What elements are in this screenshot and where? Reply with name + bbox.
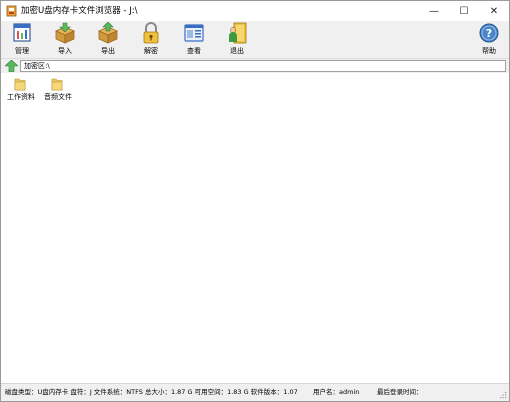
- close-button[interactable]: ✕: [479, 1, 509, 21]
- maximize-button[interactable]: ☐: [449, 1, 479, 21]
- view-label: 查看: [187, 47, 201, 55]
- exit-label: 退出: [230, 47, 244, 55]
- svg-text:?: ?: [486, 27, 492, 40]
- view-card-icon: [184, 24, 204, 42]
- lock-icon: [143, 22, 159, 44]
- last-login-text: 最后登录时间：: [377, 388, 423, 396]
- minimize-button[interactable]: —: [419, 1, 449, 21]
- help-icon: ?: [479, 23, 499, 43]
- folder-item[interactable]: 音频文件: [38, 75, 78, 105]
- disk-info-text: 磁盘类型：U盘内存卡 盘符：J 文件系统：NTFS 总大小：1.87 G 可用空…: [5, 388, 298, 396]
- title-bar: 加密U盘内存卡文件浏览器 - J:\ — ☐ ✕: [1, 1, 509, 21]
- import-label: 导入: [58, 47, 72, 55]
- folder-icon: [51, 78, 63, 91]
- help-button[interactable]: ? 帮助: [471, 21, 507, 59]
- toolbar: 管理 导入 导出 解密 查看 退出 ? 帮助: [1, 21, 509, 59]
- window-title: 加密U盘内存卡文件浏览器 - J:\: [21, 6, 138, 16]
- path-field[interactable]: 加密区:\: [20, 60, 506, 72]
- exit-door-icon: [229, 22, 247, 44]
- manage-label: 管理: [15, 47, 29, 55]
- user-text: 用户名：admin: [313, 388, 360, 396]
- export-label: 导出: [101, 47, 115, 55]
- export-box-icon: [98, 22, 118, 44]
- view-button[interactable]: 查看: [176, 21, 212, 59]
- app-icon: [6, 5, 17, 17]
- folder-item[interactable]: 工作资料: [1, 75, 41, 105]
- import-button[interactable]: 导入: [47, 21, 83, 59]
- import-box-icon: [55, 22, 75, 44]
- decrypt-button[interactable]: 解密: [133, 21, 169, 59]
- folder-icon: [14, 78, 26, 91]
- file-list: 工作资料 音频文件: [1, 73, 509, 383]
- resize-grip-icon[interactable]: [499, 391, 507, 399]
- help-label: 帮助: [482, 47, 496, 55]
- app-window: 加密U盘内存卡文件浏览器 - J:\ — ☐ ✕ 管理 导入 导出 解密 查看 …: [0, 0, 510, 402]
- folder-name: 音频文件: [44, 93, 72, 101]
- exit-button[interactable]: 退出: [219, 21, 255, 59]
- address-bar: 加密区:\: [1, 59, 509, 73]
- up-arrow-icon[interactable]: [5, 60, 18, 72]
- status-bar: 磁盘类型：U盘内存卡 盘符：J 文件系统：NTFS 总大小：1.87 G 可用空…: [1, 383, 509, 401]
- manage-button[interactable]: 管理: [4, 21, 40, 59]
- export-button[interactable]: 导出: [90, 21, 126, 59]
- decrypt-label: 解密: [144, 47, 158, 55]
- manage-icon: [13, 23, 31, 42]
- folder-name: 工作资料: [7, 93, 35, 101]
